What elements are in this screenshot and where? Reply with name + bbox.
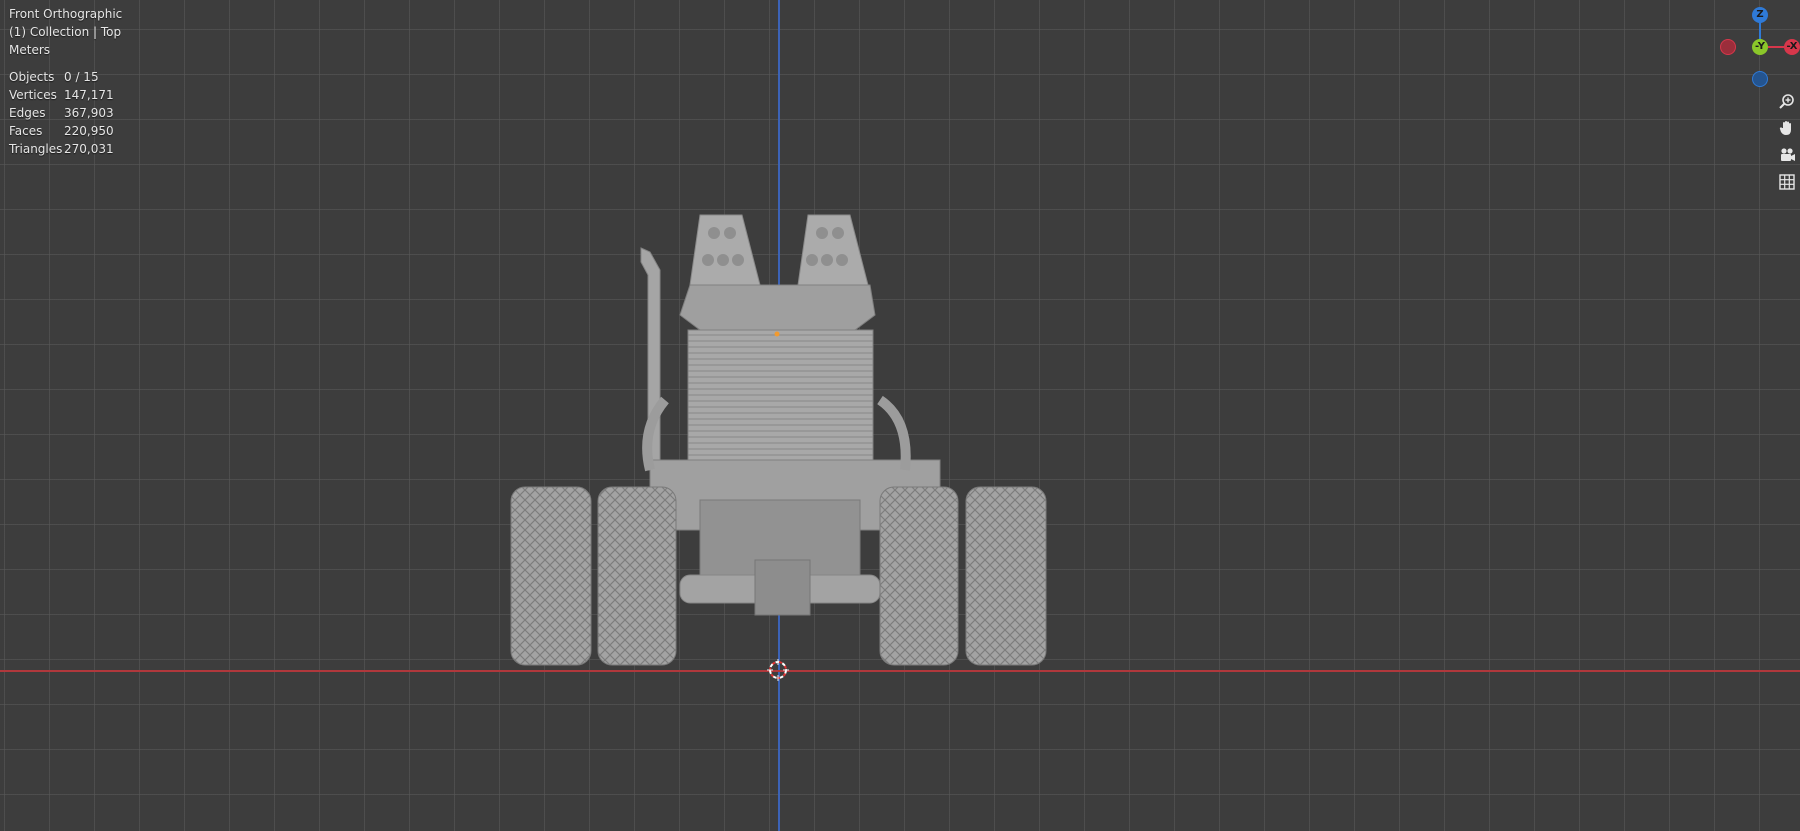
stat-value: 147,171 xyxy=(64,88,114,102)
wheel-inner-left xyxy=(597,486,677,666)
stat-value: 0 / 15 xyxy=(64,70,99,84)
stat-label: Edges xyxy=(9,106,46,120)
stat-label: Vertices xyxy=(9,88,57,102)
3d-cursor-icon[interactable] xyxy=(767,659,789,681)
tow-hitch xyxy=(754,559,811,616)
gizmo-positive-x[interactable] xyxy=(1720,39,1736,55)
gizmo-x-axis[interactable]: -X xyxy=(1784,39,1800,55)
gizmo-negative-z[interactable] xyxy=(1752,71,1768,87)
scene-statistics: Objects 0 / 15 Vertices 147,171 Edges 36… xyxy=(9,68,114,158)
gizmo-y-axis[interactable]: -Y xyxy=(1752,39,1768,55)
light-pod-left xyxy=(689,214,761,286)
roof xyxy=(679,284,876,331)
stat-label: Triangles xyxy=(9,142,63,156)
stat-row: Edges 367,903 xyxy=(9,104,114,122)
stat-row: Objects 0 / 15 xyxy=(9,68,114,86)
grid-icon xyxy=(1779,174,1795,190)
object-origin xyxy=(774,331,780,337)
gizmo-z-axis[interactable]: Z xyxy=(1752,7,1768,23)
zoom-icon xyxy=(1779,94,1794,109)
wheel-inner-right xyxy=(879,486,959,666)
collection-name: (1) Collection | Top xyxy=(9,25,122,39)
stat-row: Faces 220,950 xyxy=(9,122,114,140)
stat-value: 367,903 xyxy=(64,106,114,120)
stat-row: Vertices 147,171 xyxy=(9,86,114,104)
wheel-outer-right xyxy=(965,486,1047,666)
light-pod-right xyxy=(797,214,869,286)
camera-icon xyxy=(1781,148,1795,161)
stat-row: Triangles 270,031 xyxy=(9,140,114,158)
pan-hand-icon xyxy=(1779,121,1791,135)
stat-value: 270,031 xyxy=(64,142,114,156)
toggle-ortho-button[interactable] xyxy=(1775,170,1799,194)
stat-label: Objects xyxy=(9,70,55,84)
stat-value: 220,950 xyxy=(64,124,114,138)
3d-viewport[interactable]: Front Orthographic (1) Collection | Top … xyxy=(0,0,1800,831)
camera-view-button[interactable] xyxy=(1775,143,1799,167)
pan-button[interactable] xyxy=(1775,116,1799,140)
vehicle-model[interactable] xyxy=(0,0,1800,831)
viewport-info: Front Orthographic (1) Collection | Top … xyxy=(9,5,122,59)
zoom-button[interactable] xyxy=(1775,89,1799,113)
unit-system: Meters xyxy=(9,43,51,57)
navigation-gizmo[interactable]: Z -Y -X xyxy=(1720,6,1800,87)
wheel-outer-left xyxy=(510,486,592,666)
view-name: Front Orthographic xyxy=(9,7,123,21)
stat-label: Faces xyxy=(9,124,43,138)
